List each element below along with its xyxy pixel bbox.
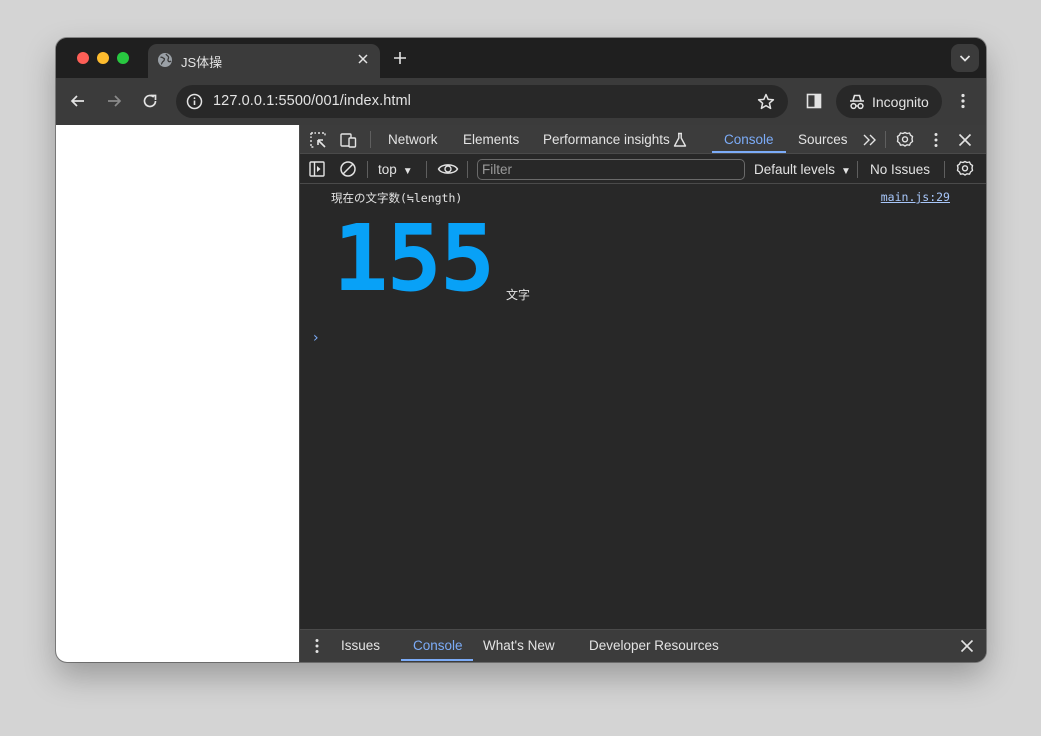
- browser-toolbar: 127.0.0.1:5500/001/index.html Incognito: [56, 78, 986, 125]
- globe-icon: [157, 52, 173, 68]
- forward-arrow-icon[interactable]: [103, 90, 125, 112]
- separator: [467, 161, 468, 178]
- side-panel-icon[interactable]: [803, 90, 825, 112]
- drawer-tab-issues[interactable]: Issues: [341, 638, 380, 653]
- bookmark-star-icon[interactable]: [756, 92, 776, 112]
- dropdown-arrow-icon: ▼: [841, 166, 851, 177]
- site-info-icon[interactable]: [184, 91, 205, 112]
- separator: [370, 131, 371, 148]
- address-bar[interactable]: 127.0.0.1:5500/001/index.html: [176, 85, 788, 118]
- drawer-menu-icon[interactable]: [307, 636, 327, 656]
- context-selector[interactable]: top ▼: [378, 162, 413, 177]
- log-levels-dropdown[interactable]: Default levels ▼: [754, 162, 851, 177]
- reload-icon[interactable]: [139, 90, 161, 112]
- back-arrow-icon[interactable]: [67, 90, 89, 112]
- new-tab-icon[interactable]: [390, 48, 410, 68]
- incognito-button[interactable]: Incognito: [836, 85, 942, 118]
- active-tab-indicator: [712, 151, 786, 153]
- separator: [885, 131, 886, 148]
- tab-performance-insights[interactable]: Performance insights: [543, 132, 670, 147]
- incognito-icon: [847, 92, 867, 112]
- tab-elements[interactable]: Elements: [463, 132, 519, 147]
- clear-console-icon[interactable]: [338, 159, 358, 179]
- tab-console[interactable]: Console: [724, 132, 774, 147]
- active-drawer-tab-indicator: [401, 659, 473, 661]
- kebab-menu-icon[interactable]: [952, 90, 974, 112]
- tab-network[interactable]: Network: [388, 132, 438, 147]
- issues-counter[interactable]: No Issues: [870, 162, 930, 177]
- close-devtools-icon[interactable]: [955, 130, 975, 150]
- devtools-menu-icon[interactable]: [926, 130, 946, 150]
- tab-search-button[interactable]: [951, 44, 979, 72]
- url-text: 127.0.0.1:5500/001/index.html: [213, 93, 411, 109]
- tab-sources[interactable]: Sources: [798, 132, 848, 147]
- flask-icon: [670, 130, 690, 150]
- log-message: 現在の文字数(≒length): [331, 191, 463, 205]
- log-source-link[interactable]: main.js:29: [881, 190, 950, 204]
- drawer-tab-console[interactable]: Console: [413, 638, 463, 653]
- context-selector-label: top: [378, 162, 397, 177]
- drawer-tab-developer-resources[interactable]: Developer Resources: [589, 638, 719, 653]
- separator: [367, 161, 368, 178]
- settings-gear-icon[interactable]: [895, 130, 915, 150]
- close-window-button[interactable]: [77, 52, 89, 64]
- separator: [857, 161, 858, 178]
- separator: [426, 161, 427, 178]
- separator: [944, 161, 945, 178]
- sidebar-toggle-icon[interactable]: [307, 159, 327, 179]
- log-levels-label: Default levels: [754, 162, 836, 177]
- close-tab-icon[interactable]: [355, 51, 371, 67]
- console-settings-gear-icon[interactable]: [955, 159, 975, 179]
- live-expression-eye-icon[interactable]: [437, 159, 459, 179]
- console-toolbar: top ▼ Default levels ▼ No Issues: [300, 154, 986, 184]
- device-toolbar-icon[interactable]: [338, 130, 358, 150]
- page-viewport[interactable]: [56, 125, 299, 662]
- drawer-tab-whats-new[interactable]: What's New: [483, 638, 555, 653]
- filter-input[interactable]: [477, 159, 745, 180]
- inspect-element-icon[interactable]: [308, 130, 328, 150]
- minimize-window-button[interactable]: [97, 52, 109, 64]
- browser-window: JS体操 127.0.0.1:5500/001/index.html Incog…: [56, 38, 986, 662]
- console-prompt[interactable]: ›: [313, 330, 319, 346]
- dropdown-arrow-icon: ▼: [402, 166, 413, 177]
- tab-title: JS体操: [181, 55, 223, 70]
- browser-tab[interactable]: JS体操: [148, 44, 380, 78]
- console-output[interactable]: 現在の文字数(≒length) main.js:29 155 文字 ›: [300, 185, 986, 628]
- count-unit: 文字: [506, 288, 531, 302]
- tab-strip: JS体操: [56, 38, 986, 78]
- devtools-drawer: Issues Console What's New Developer Reso…: [300, 629, 986, 662]
- devtools-panel: Network Elements Performance insights Co…: [299, 125, 986, 662]
- incognito-label: Incognito: [872, 94, 929, 110]
- devtools-tab-bar: Network Elements Performance insights Co…: [300, 125, 986, 154]
- maximize-window-button[interactable]: [117, 52, 129, 64]
- close-drawer-icon[interactable]: [957, 636, 977, 656]
- more-tabs-chevron-icon[interactable]: [860, 130, 880, 150]
- character-count: 155: [333, 205, 495, 312]
